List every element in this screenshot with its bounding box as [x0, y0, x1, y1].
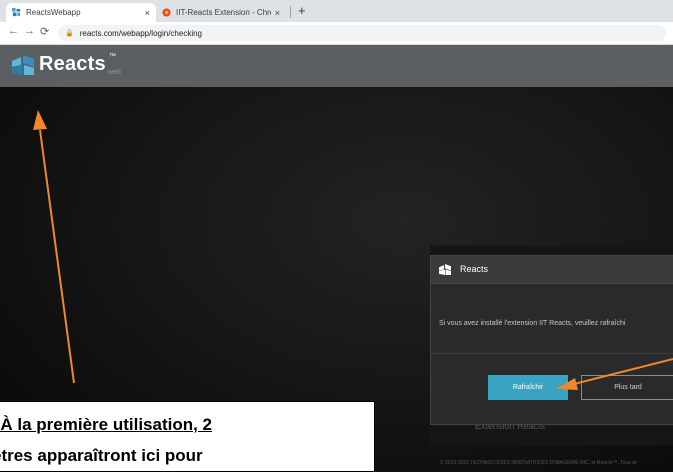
later-button[interactable]: Plus tard: [581, 375, 673, 400]
close-tab-icon[interactable]: ×: [145, 8, 150, 18]
dialog-message: Si vous avez installé l'extension IIT Re…: [439, 320, 626, 327]
callout-line-2: etres apparaîtront ici pour: [0, 446, 203, 465]
address-toolbar: ← → ⟳ 🔒 reacts.com/webapp/login/checking: [0, 22, 673, 45]
logo-text: Reacts: [39, 53, 106, 75]
logo-subtitle: web: [108, 69, 121, 76]
new-tab-button[interactable]: +: [298, 3, 306, 18]
back-arrow-icon[interactable]: ←: [8, 25, 19, 37]
tab-title: ReactsWebapp: [26, 8, 81, 17]
dialog-title: Reacts: [460, 264, 489, 274]
logo-trademark: ™: [109, 53, 116, 60]
chrome-webstore-icon: [162, 8, 171, 17]
reacts-logo-icon: [439, 264, 451, 275]
reload-icon[interactable]: ⟳: [40, 25, 49, 38]
callout-line-1: : À la première utilisation, 2: [0, 415, 213, 434]
reacts-logo-icon: [12, 55, 34, 75]
dialog-divider: [431, 353, 673, 354]
tab-separator: [290, 6, 291, 18]
browser-tab-bar: ReactsWebapp × IIT-Reacts Extension - Ch…: [0, 0, 673, 22]
tab-title: IIT-Reacts Extension - Chrome W: [176, 8, 271, 17]
url-text: reacts.com/webapp/login/checking: [79, 28, 203, 38]
close-tab-icon[interactable]: ×: [275, 8, 280, 18]
lock-icon: 🔒: [65, 30, 74, 37]
refresh-button[interactable]: Rafraîchir: [488, 375, 568, 400]
forward-arrow-icon[interactable]: →: [24, 25, 35, 37]
url-field[interactable]: 🔒 reacts.com/webapp/login/checking: [58, 25, 666, 41]
reacts-logo-icon: [12, 8, 21, 17]
extension-dialog: Reacts Si vous avez installé l'extension…: [430, 255, 673, 425]
annotation-callout: : À la première utilisation, 2 etres app…: [0, 401, 375, 472]
footer-copyright: © 2013-2020 TECHNOLOGIES INNOVATRICES D'…: [440, 460, 637, 466]
tab-iit-reacts-extension[interactable]: IIT-Reacts Extension - Chrome W ×: [156, 3, 286, 22]
tab-reacts-webapp[interactable]: ReactsWebapp ×: [6, 3, 156, 22]
dialog-header: Reacts: [431, 256, 673, 284]
app-header: Reacts ™ web: [0, 45, 673, 87]
